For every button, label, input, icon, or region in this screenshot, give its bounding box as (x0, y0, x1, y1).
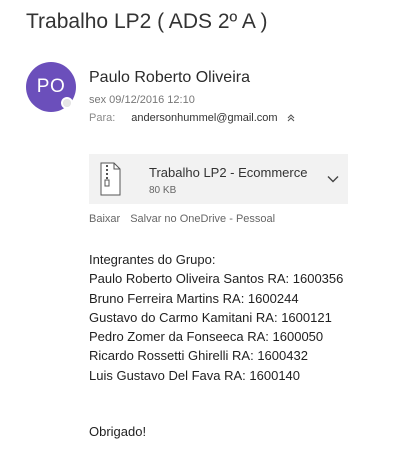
body-line: Pedro Zomer da Fonseeca RA: 1600050 (89, 329, 324, 345)
body-line: Luis Gustavo Del Fava RA: 1600140 (89, 367, 301, 383)
body-line: Ricardo Rossetti Ghirelli RA: 1600432 (89, 348, 308, 364)
zip-file-icon (100, 162, 121, 196)
attachment-actions: Baixar Salvar no OneDrive - Pessoal (89, 213, 275, 225)
avatar-initials: PO (36, 76, 66, 97)
body-line: Integrantes do Grupo: (89, 252, 216, 267)
sender-name[interactable]: Paulo Roberto Oliveira (89, 69, 250, 87)
to-label: Para: (89, 112, 116, 124)
attachment-name: Trabalho LP2 - Ecommerce (149, 165, 308, 180)
recipients-row: Para: andersonhummel@gmail.com (89, 112, 296, 124)
save-to-onedrive-link[interactable]: Salvar no OneDrive - Pessoal (130, 213, 275, 225)
collapse-recipients-icon[interactable] (286, 113, 296, 123)
message-body: Integrantes do Grupo: Paulo Roberto Oliv… (89, 250, 343, 385)
recipient-address[interactable]: andersonhummel@gmail.com (131, 112, 277, 124)
chevron-down-icon[interactable] (327, 175, 339, 183)
body-line: Gustavo do Carmo Kamitani RA: 1600121 (89, 309, 332, 325)
body-line: Paulo Roberto Oliveira Santos RA: 160035… (89, 271, 344, 287)
download-link[interactable]: Baixar (89, 213, 120, 225)
presence-status-icon (61, 97, 73, 109)
attachment-size: 80 KB (149, 185, 177, 196)
email-subject: Trabalho LP2 ( ADS 2º A ) (26, 10, 268, 33)
attachment-card[interactable]: Trabalho LP2 - Ecommerce 80 KB (89, 154, 348, 204)
sent-date: sex 09/12/2016 12:10 (89, 94, 195, 106)
message-closing: Obrigado! (89, 424, 147, 439)
body-line: Bruno Ferreira Martins RA: 1600244 (89, 290, 299, 306)
